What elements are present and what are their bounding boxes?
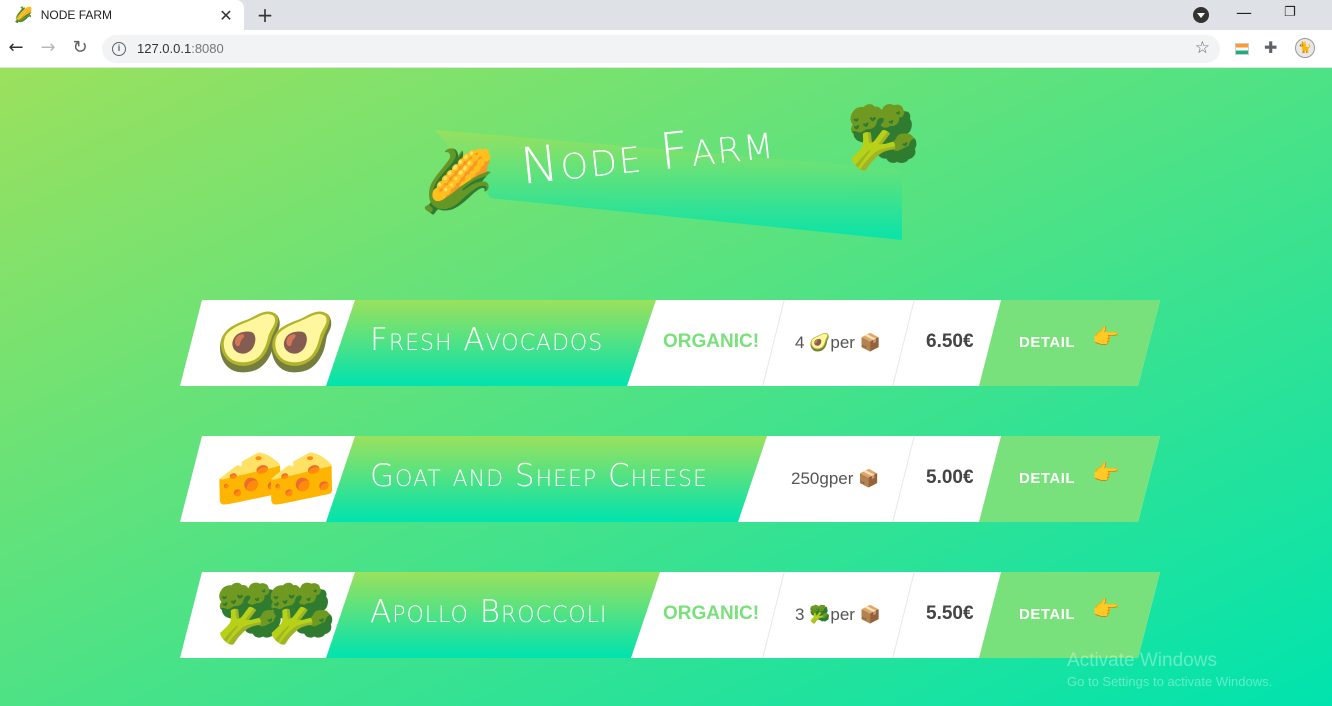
quantity-value: 4 <box>795 333 805 352</box>
browser-toolbar: ← → ↻ i 127.0.0.1:8080 ☆ ✚ 🐈 <box>0 30 1332 68</box>
product-name[interactable]: Apollo Broccoli <box>370 594 607 630</box>
site-info-icon[interactable]: i <box>112 42 126 56</box>
pointing-hand-icon[interactable]: 👉 <box>1092 463 1119 485</box>
product-card-cheese: 🧀🧀 Goat and Sheep Cheese 250gper 📦 5.00€… <box>180 436 1160 522</box>
box-icon: 📦 <box>859 333 881 352</box>
box-icon: 📦 <box>858 469 880 488</box>
page-content: 🌽 Node Farm 🥦 🥑🥑 Fresh Avocados ORGANIC!… <box>0 68 1332 706</box>
detail-button[interactable]: DETAIL <box>1019 334 1075 351</box>
reload-icon[interactable]: ↻ <box>68 37 92 58</box>
back-arrow-icon[interactable]: ← <box>4 37 28 58</box>
product-quantity: 250gper 📦 <box>791 469 879 489</box>
corn-icon: 🌽 <box>420 147 495 217</box>
box-icon: 📦 <box>859 605 881 624</box>
cheese-icon: 🧀🧀 <box>215 446 337 511</box>
tab-title: NODE FARM <box>40 8 113 22</box>
organic-badge: ORGANIC! <box>663 603 760 624</box>
broccoli-icon: 🥦🥦 <box>215 582 337 647</box>
restore-button[interactable]: ❐ <box>1284 5 1296 20</box>
product-price: 5.00€ <box>926 467 974 488</box>
bookmark-star-icon[interactable]: ☆ <box>1195 38 1210 58</box>
minimize-button[interactable]: — <box>1236 3 1252 22</box>
tab-search-icon[interactable] <box>1193 7 1209 23</box>
broccoli-icon: 🥦 <box>809 605 831 624</box>
product-price: 6.50€ <box>926 331 974 352</box>
quantity-per: per <box>830 605 855 624</box>
activate-windows-title: Activate Windows <box>1067 650 1217 671</box>
avocado-icon: 🥑 <box>809 333 831 352</box>
product-name[interactable]: Fresh Avocados <box>370 322 603 358</box>
broccoli-icon: 🥦 <box>846 103 921 173</box>
browser-tab[interactable]: 🌽 NODE FARM ✕ <box>0 0 244 30</box>
product-card-broccoli: 🥦🥦 Apollo Broccoli ORGANIC! 3 🥦per 📦 5.5… <box>180 572 1160 658</box>
extensions-puzzle-icon[interactable]: ✚ <box>1264 38 1277 57</box>
forward-arrow-icon[interactable]: → <box>36 37 60 58</box>
product-quantity: 3 🥦per 📦 <box>795 605 881 625</box>
product-name[interactable]: Goat and Sheep Cheese <box>370 458 708 494</box>
url-port: :8080 <box>191 41 224 56</box>
product-quantity: 4 🥑per 📦 <box>795 333 881 353</box>
close-tab-icon[interactable]: ✕ <box>214 6 238 25</box>
url-host: 127.0.0.1 <box>137 41 192 56</box>
avocado-icon: 🥑🥑 <box>215 310 337 375</box>
activate-windows-subtitle: Go to Settings to activate Windows. <box>1067 674 1273 689</box>
pointing-hand-icon[interactable]: 👉 <box>1092 599 1119 621</box>
detail-button[interactable]: DETAIL <box>1019 606 1075 623</box>
profile-avatar[interactable]: 🐈 <box>1295 38 1315 58</box>
detail-button[interactable]: DETAIL <box>1019 470 1075 487</box>
product-card-avocados: 🥑🥑 Fresh Avocados ORGANIC! 4 🥑per 📦 6.50… <box>180 300 1160 386</box>
product-price: 5.50€ <box>926 603 974 624</box>
new-tab-button[interactable]: + <box>254 3 276 27</box>
flag-extension-icon[interactable] <box>1235 43 1249 55</box>
quantity-value: 250gper <box>791 469 854 488</box>
organic-badge: ORGANIC! <box>663 331 760 352</box>
corn-favicon-icon: 🌽 <box>14 5 33 24</box>
pointing-hand-icon[interactable]: 👉 <box>1092 327 1119 349</box>
address-bar[interactable]: i 127.0.0.1:8080 ☆ <box>102 35 1220 63</box>
quantity-value: 3 <box>795 605 805 624</box>
browser-tab-bar: 🌽 NODE FARM ✕ + — ❐ <box>0 0 1332 30</box>
quantity-per: per <box>830 333 855 352</box>
url-text[interactable]: 127.0.0.1:8080 <box>137 41 224 56</box>
